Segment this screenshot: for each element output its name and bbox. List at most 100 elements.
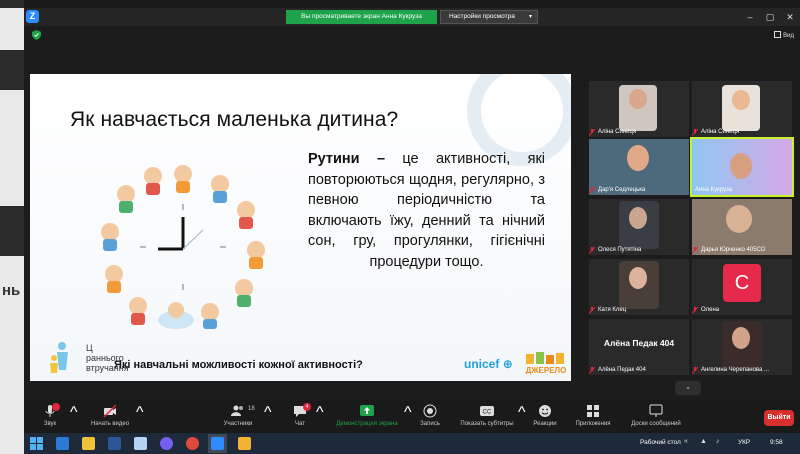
whiteboards-button[interactable]: Доски сообщений — [628, 404, 684, 427]
participant-name: Алёна Педак 404 — [598, 367, 646, 373]
tray-expand-icon[interactable]: « — [684, 438, 688, 445]
apps-icon — [587, 405, 599, 417]
dzherelo-logo-icon — [526, 352, 564, 364]
windows-logo-icon — [30, 437, 43, 450]
view-toggle-button[interactable]: Вид — [774, 31, 794, 39]
files-taskbar-icon[interactable] — [134, 437, 147, 450]
participant-name: Дар'я Седлецька — [598, 187, 646, 193]
reactions-icon — [539, 405, 551, 417]
desktop-strip — [0, 206, 24, 256]
slide-body-text: Рутини – це активності, які повторюються… — [308, 149, 545, 272]
start-button[interactable] — [30, 437, 43, 450]
mic-muted-icon — [589, 307, 595, 314]
mic-muted-icon — [692, 367, 698, 374]
subtitles-options-caret[interactable]: ^ — [518, 404, 526, 422]
participant-name: Ангелина Черепанова ... — [701, 367, 770, 373]
participant-tile[interactable]: С Олена — [692, 259, 792, 315]
participant-face — [627, 145, 649, 171]
participant-name: Аліна Синиця — [701, 129, 740, 135]
apps-button[interactable]: Приложения — [572, 404, 614, 427]
participant-face — [726, 205, 752, 233]
taskbar-clock[interactable]: 9:58 — [770, 439, 783, 446]
participant-display-name: Алёна Педак 404 — [603, 338, 675, 348]
participants-options-caret[interactable]: ^ — [264, 404, 272, 422]
participant-name: Олена — [701, 307, 720, 313]
volume-icon[interactable]: ♪ — [716, 438, 720, 445]
zoom-taskbar-icon[interactable] — [211, 437, 224, 450]
participants-button-label: Участники — [223, 421, 253, 427]
participant-face — [730, 153, 752, 179]
meeting-toolbar: Звук ^ Начать видео ^ Участники 18 ^ 4 Ч… — [24, 400, 800, 433]
participant-face — [629, 89, 647, 109]
zoom-meeting-window: Z Вы просматриваете экран Анна Кукруза Н… — [24, 8, 800, 433]
gallery-next-page-button[interactable]: ⌄ — [675, 381, 701, 395]
mic-muted-icon — [589, 129, 595, 136]
participant-name: Аліна Синиця — [598, 129, 637, 135]
viber-taskbar-icon[interactable] — [160, 437, 173, 450]
leave-meeting-button[interactable]: Выйти — [764, 410, 794, 426]
chevron-down-icon: ⌄ — [685, 384, 691, 391]
participant-name: Дарья Юрченко 405СО — [701, 247, 766, 253]
maximize-button[interactable]: ▢ — [760, 8, 780, 26]
start-video-button[interactable]: Начать видео — [86, 404, 134, 427]
apps-button-label: Приложения — [575, 421, 611, 427]
share-options-caret[interactable]: ^ — [404, 404, 412, 422]
participant-tile[interactable]: Олеся Путятіна — [589, 199, 689, 255]
mic-muted-icon — [589, 247, 595, 254]
ie-taskbar-icon[interactable] — [56, 437, 69, 450]
zoom-app-icon: Z — [26, 10, 39, 23]
windows-taskbar: Рабочий стол « ▲ ♪ УКР 9:58 — [24, 433, 800, 454]
participants-count: 18 — [248, 406, 255, 412]
desktop-toolbar-label[interactable]: Рабочий стол — [640, 439, 681, 446]
participant-tile[interactable]: Дарья Юрченко 405СО — [692, 199, 792, 255]
minimize-button[interactable]: – — [740, 8, 760, 26]
record-button[interactable]: Запись — [418, 404, 442, 427]
reactions-button[interactable]: Реакции — [530, 404, 560, 427]
participant-avatar: С — [723, 264, 761, 302]
chrome-taskbar-icon[interactable] — [186, 437, 199, 450]
participant-tile-active-speaker[interactable]: Анна Кукруза — [690, 137, 794, 197]
participant-tile[interactable]: Аліна Синиця — [589, 81, 689, 137]
screen-share-banner: Вы просматриваете экран Анна Кукруза — [286, 10, 437, 24]
view-settings-dropdown[interactable]: Настройки просмотра ▾ — [440, 10, 538, 24]
desktop-background: нь — [0, 0, 24, 454]
routines-term: Рутини – — [308, 151, 386, 167]
clock-second-hand — [182, 229, 204, 250]
participant-tile[interactable]: Алёна Педак 404 Алёна Педак 404 — [589, 319, 689, 375]
word-taskbar-icon[interactable] — [108, 437, 121, 450]
audio-options-caret[interactable]: ^ — [70, 404, 78, 422]
video-options-caret[interactable]: ^ — [136, 404, 144, 422]
mic-muted-icon — [692, 307, 698, 314]
dzherelo-logo: ДЖЕРЕЛО — [524, 350, 568, 378]
network-icon[interactable]: ▲ — [700, 438, 707, 445]
language-indicator[interactable]: УКР — [738, 439, 750, 446]
audio-button[interactable]: Звук — [38, 403, 62, 427]
share-screen-icon — [360, 405, 374, 416]
desktop-strip — [0, 0, 24, 8]
participant-face — [629, 207, 647, 229]
participant-tile[interactable]: Ангелина Черепанова ... — [692, 319, 792, 375]
participant-tile[interactable]: Катя Клец — [589, 259, 689, 315]
show-subtitles-button-label: Показать субтитры — [460, 421, 514, 427]
routine-clock-illustration — [101, 165, 265, 329]
chat-button[interactable]: 4 Чат — [288, 403, 312, 427]
participant-tile[interactable]: Дар'я Седлецька — [589, 139, 689, 195]
mic-muted-icon — [589, 187, 595, 194]
explorer-taskbar-icon[interactable] — [82, 437, 95, 450]
participant-name: Катя Клец — [598, 307, 627, 313]
chat-options-caret[interactable]: ^ — [316, 404, 324, 422]
reactions-button-label: Реакции — [533, 421, 557, 427]
close-button[interactable]: ✕ — [780, 8, 800, 26]
unicef-logo: unicef ⊕ — [464, 357, 513, 371]
svg-text:CC: CC — [483, 410, 492, 416]
title-bar: Z Вы просматриваете экран Анна Кукруза Н… — [24, 8, 800, 26]
show-subtitles-button[interactable]: CC Показать субтитры — [456, 404, 518, 427]
whiteboards-button-label: Доски сообщений — [631, 421, 681, 427]
participant-tile[interactable]: Аліна Синиця — [692, 81, 792, 137]
participant-name: Олеся Путятіна — [598, 247, 642, 253]
slide-title: Як навчається маленька дитина? — [70, 108, 399, 131]
chat-unread-badge: 4 — [303, 403, 311, 411]
yandex-taskbar-icon[interactable] — [238, 437, 251, 450]
shield-icon[interactable] — [32, 30, 41, 40]
share-screen-button[interactable]: Демонстрация экрана — [332, 404, 402, 427]
